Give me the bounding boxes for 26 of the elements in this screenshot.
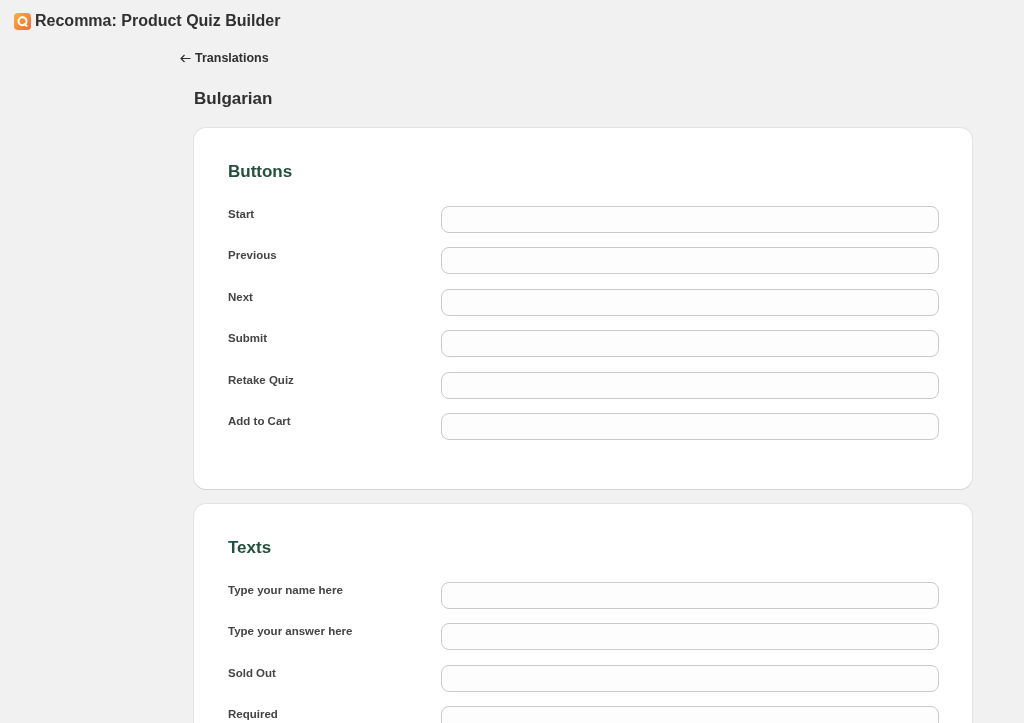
section-title: Buttons xyxy=(228,161,294,182)
field-label: Required xyxy=(228,707,279,720)
arrow-left-icon xyxy=(180,53,191,63)
app-title: Recomma: Product Quiz Builder xyxy=(35,12,281,30)
text-field[interactable] xyxy=(441,247,939,274)
field-label: Previous xyxy=(228,248,278,261)
field-label: Type your name here xyxy=(228,582,344,596)
back-link[interactable]: Translations xyxy=(180,51,269,65)
text-field[interactable] xyxy=(441,413,939,440)
text-field[interactable] xyxy=(441,664,939,692)
field-label: Retake Quiz xyxy=(228,372,295,386)
field-label: Type your answer here xyxy=(228,624,354,637)
app-logo-icon xyxy=(14,12,31,30)
field-label: Add to Cart xyxy=(228,414,292,427)
text-field[interactable] xyxy=(441,205,939,233)
text-field[interactable] xyxy=(441,623,939,650)
section-title: Texts xyxy=(228,537,273,558)
field-label: Submit xyxy=(228,331,268,344)
page-title: Bulgarian xyxy=(194,88,274,109)
text-field[interactable] xyxy=(441,288,939,316)
field-label: Next xyxy=(228,289,254,303)
field-label: Start xyxy=(228,206,256,220)
text-field[interactable] xyxy=(441,330,939,357)
text-field[interactable] xyxy=(441,581,939,609)
text-field[interactable] xyxy=(441,371,939,399)
field-label: Sold Out xyxy=(228,665,277,679)
